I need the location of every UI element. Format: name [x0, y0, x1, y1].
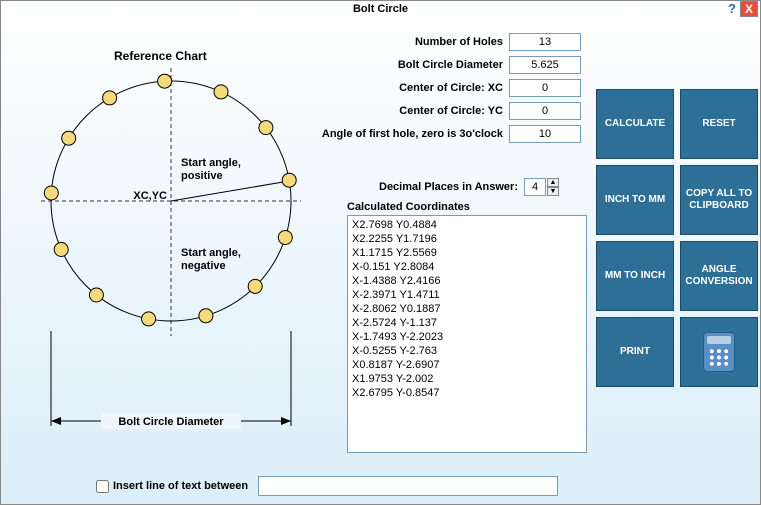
help-button[interactable]: ? — [728, 1, 736, 17]
insert-line-input[interactable] — [258, 476, 558, 496]
inch-to-mm-button[interactable]: INCH TO MM — [596, 165, 674, 235]
insert-line-label: Insert line of text between — [113, 480, 248, 492]
calculate-button[interactable]: CALCULATE — [596, 89, 674, 159]
num-holes-label: Number of Holes — [415, 36, 503, 48]
svg-text:positive: positive — [181, 170, 223, 182]
print-button[interactable]: PRINT — [596, 317, 674, 387]
close-button[interactable]: X — [740, 1, 758, 17]
yc-input[interactable] — [509, 102, 581, 120]
reset-button[interactable]: RESET — [680, 89, 758, 159]
yc-label: Center of Circle: YC — [399, 105, 503, 117]
copy-all-button[interactable]: COPY ALL TO CLIPBOARD — [680, 165, 758, 235]
window-title: Bolt Circle — [353, 3, 408, 15]
xc-input[interactable] — [509, 79, 581, 97]
coordinates-output[interactable]: X2.7698 Y0.4884 X2.2255 Y1.7196 X1.1715 … — [347, 215, 587, 453]
input-form: Number of Holes Bolt Circle Diameter Cen… — [351, 31, 581, 146]
xc-label: Center of Circle: XC — [399, 82, 503, 94]
angle-conversion-button[interactable]: ANGLE CONVERSION — [680, 241, 758, 311]
bcd-label: Bolt Circle Diameter — [398, 59, 503, 71]
svg-text:Start angle,: Start angle, — [181, 157, 241, 169]
button-panel: CALCULATE RESET INCH TO MM COPY ALL TO C… — [596, 89, 759, 387]
reference-chart-title: Reference Chart — [114, 49, 207, 63]
reference-chart: Bolt Circle Diameter Start angle, positi… — [31, 66, 311, 436]
calculator-button[interactable] — [680, 317, 758, 387]
decimal-up[interactable]: ▲ — [547, 178, 559, 187]
insert-line-checkbox[interactable] — [96, 480, 109, 493]
title-bar: Bolt Circle ? X — [1, 1, 760, 19]
insert-line-row: Insert line of text between — [96, 476, 558, 496]
bcd-input[interactable] — [509, 56, 581, 74]
calculator-icon — [703, 332, 735, 372]
svg-text:Start angle,: Start angle, — [181, 247, 241, 259]
mm-to-inch-button[interactable]: MM TO INCH — [596, 241, 674, 311]
num-holes-input[interactable] — [509, 33, 581, 51]
angle-label: Angle of first hole, zero is 3o'clock — [322, 128, 503, 140]
decimal-places-row: Decimal Places in Answer: ▲ ▼ — [379, 178, 559, 196]
coordinates-label: Calculated Coordinates — [347, 201, 470, 213]
decimal-label: Decimal Places in Answer: — [379, 181, 518, 193]
angle-input[interactable] — [509, 125, 581, 143]
diameter-label: Bolt Circle Diameter — [118, 416, 224, 428]
decimal-down[interactable]: ▼ — [547, 187, 559, 196]
svg-text:negative: negative — [181, 260, 226, 272]
svg-text:XC,YC: XC,YC — [133, 190, 167, 202]
decimal-input[interactable] — [524, 178, 546, 196]
